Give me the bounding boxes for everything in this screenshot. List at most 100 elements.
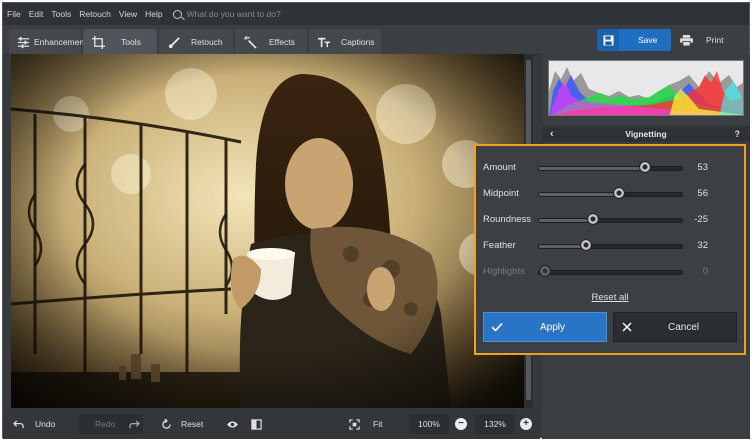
slider-track[interactable]	[538, 218, 683, 223]
slider-fill	[539, 167, 645, 170]
zoom-100-label: 100%	[418, 419, 440, 429]
slider-fill	[539, 193, 620, 196]
slider-value: 0	[702, 266, 708, 277]
menu-file[interactable]: File	[7, 9, 21, 19]
checkmark-icon	[484, 322, 510, 332]
menu-tools[interactable]: Tools	[51, 9, 71, 19]
reset-button[interactable]: Reset	[159, 414, 219, 434]
zoom-out-button[interactable]: −	[455, 414, 469, 434]
slider-thumb[interactable]	[579, 239, 592, 251]
slider-label: Roundness	[483, 214, 532, 225]
vignetting-settings-popup: Amount 53 Midpoint 56 Roundness -25 Feat…	[474, 144, 746, 355]
sliders-icon	[17, 35, 30, 49]
apply-button[interactable]: Apply	[483, 312, 607, 342]
tab-label: Enhancement	[34, 37, 87, 47]
help-button[interactable]: ?	[735, 126, 741, 142]
undo-arrow-icon	[11, 417, 25, 431]
menu-bar: File Edit Tools Retouch View Help	[3, 3, 749, 25]
slider-feather[interactable]: Feather 32	[476, 238, 744, 254]
slider-value: 32	[697, 240, 708, 251]
redo-button[interactable]: Redo	[79, 414, 143, 434]
slider-thumb[interactable]	[587, 213, 600, 225]
printer-icon	[675, 29, 697, 51]
eye-icon	[225, 417, 239, 431]
plus-icon: +	[520, 418, 532, 430]
menu-edit[interactable]: Edit	[29, 9, 44, 19]
slider-value: 53	[697, 162, 708, 173]
print-button[interactable]: Print	[675, 29, 745, 51]
tab-label: Retouch	[191, 37, 223, 47]
minus-icon: −	[455, 418, 467, 430]
cancel-button[interactable]: Cancel	[613, 312, 737, 342]
slider-midpoint[interactable]: Midpoint 56	[476, 186, 744, 202]
tab-captions[interactable]: Captions	[309, 29, 381, 55]
reset-all-link[interactable]: Reset all	[476, 292, 744, 303]
preview-toggle-button[interactable]	[225, 414, 241, 434]
search-box[interactable]	[172, 9, 337, 19]
redo-arrow-icon	[127, 417, 141, 431]
brush-icon	[167, 35, 181, 49]
save-label: Save	[638, 35, 658, 45]
tab-label: Captions	[341, 37, 375, 47]
menu-retouch[interactable]: Retouch	[79, 9, 111, 19]
vignetting-header: ‹ Vignetting ?	[542, 126, 750, 142]
slider-thumb	[539, 265, 551, 277]
search-input[interactable]	[186, 9, 337, 19]
menu-help[interactable]: Help	[145, 9, 162, 19]
slider-track[interactable]	[538, 192, 683, 197]
slider-track[interactable]	[538, 166, 683, 171]
slider-fill	[539, 219, 594, 222]
slider-label: Amount	[483, 162, 516, 173]
tab-label: Tools	[121, 37, 141, 47]
slider-track[interactable]	[538, 244, 683, 249]
zoom-level-field[interactable]: 132%	[475, 414, 515, 434]
zoom-in-button[interactable]: +	[520, 414, 534, 434]
redo-label: Redo	[95, 419, 116, 429]
image-canvas[interactable]	[11, 54, 524, 408]
print-label: Print	[706, 35, 724, 45]
tab-retouch[interactable]: Retouch	[159, 29, 233, 55]
bottom-toolbar: Undo Redo Reset Fit 100% − 132% +	[3, 409, 540, 439]
slider-track	[538, 270, 683, 275]
fit-screen-icon	[347, 417, 361, 431]
cancel-label: Cancel	[668, 321, 700, 333]
slider-label: Midpoint	[483, 188, 519, 199]
menu-view[interactable]: View	[119, 9, 137, 19]
slider-thumb[interactable]	[639, 161, 652, 173]
undo-label: Undo	[35, 419, 56, 429]
panel-title: Vignetting	[625, 129, 667, 139]
slider-label: Feather	[483, 240, 516, 251]
fit-button[interactable]: Fit	[347, 414, 403, 434]
zoom-value: 132%	[484, 419, 506, 429]
close-icon	[614, 322, 640, 332]
back-chevron-icon[interactable]: ‹	[550, 126, 554, 142]
slider-value: 56	[697, 188, 708, 199]
slider-roundness[interactable]: Roundness -25	[476, 212, 744, 228]
crop-icon	[91, 35, 105, 49]
compare-icon	[249, 417, 263, 431]
reset-icon	[159, 417, 173, 431]
tab-effects[interactable]: Effects	[235, 29, 307, 55]
photo-editor-window: File Edit Tools Retouch View Help Enhanc…	[2, 2, 750, 439]
zoom-100-button[interactable]: 100%	[409, 414, 449, 434]
text-icon	[317, 35, 331, 49]
tab-enhancement[interactable]: Enhancement	[9, 29, 86, 55]
save-button[interactable]: Save	[597, 29, 671, 51]
slider-thumb[interactable]	[613, 187, 626, 199]
slider-highlights: Highlights 0	[476, 264, 744, 280]
search-icon	[172, 9, 182, 19]
slider-amount[interactable]: Amount 53	[476, 160, 744, 176]
slider-value: -25	[694, 214, 708, 225]
apply-label: Apply	[540, 321, 566, 333]
reset-label: Reset	[181, 419, 204, 429]
magic-wand-icon	[243, 35, 257, 49]
compare-button[interactable]	[249, 414, 265, 434]
tab-tools[interactable]: Tools	[83, 29, 157, 55]
tab-label: Effects	[269, 37, 295, 47]
photo-woman-with-cup	[11, 54, 524, 408]
slider-label: Highlights	[483, 266, 525, 277]
fit-label: Fit	[373, 419, 383, 429]
histogram	[548, 60, 744, 116]
undo-button[interactable]: Undo	[11, 414, 75, 434]
floppy-disk-icon	[597, 29, 619, 51]
